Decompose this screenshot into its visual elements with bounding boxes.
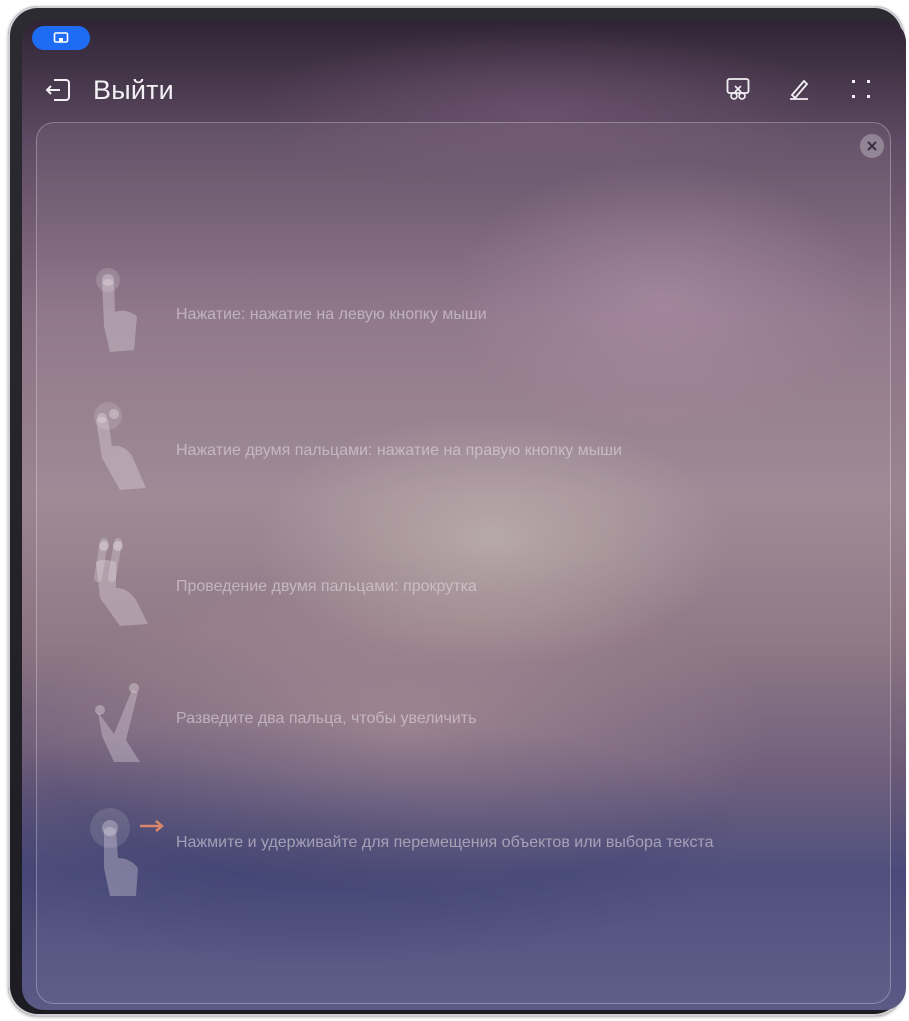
- exit-label[interactable]: Выйти: [93, 70, 174, 110]
- tutorial-item-text: Нажатие двумя пальцами: нажатие на праву…: [176, 442, 622, 459]
- close-icon: [867, 141, 877, 151]
- pointer-mode-button[interactable]: [723, 74, 753, 104]
- two-finger-tap-icon: [94, 402, 146, 490]
- pen-button[interactable]: [784, 74, 814, 104]
- close-tutorial-button[interactable]: [860, 134, 884, 158]
- screen-cast-icon: [53, 32, 69, 43]
- tutorial-item-text: Нажмите и удерживайте для перемещения об…: [176, 834, 714, 851]
- tutorial-item-text: Нажатие: нажатие на левую кнопку мыши: [176, 306, 487, 323]
- press-hold-drag-icon: [90, 808, 164, 896]
- tap-gesture-icon: [96, 268, 137, 352]
- fullscreen-button[interactable]: [846, 74, 876, 104]
- two-finger-swipe-icon: [94, 538, 148, 626]
- tutorial-item-text: Разведите два пальца, чтобы увеличить: [176, 710, 477, 727]
- exit-icon[interactable]: [44, 77, 72, 103]
- pointer-mode-icon: [726, 78, 750, 100]
- tutorial-item-text: Проведение двумя пальцами: прокрутка: [176, 578, 477, 595]
- pen-icon: [790, 79, 809, 100]
- fullscreen-icon: [852, 80, 870, 98]
- pinch-zoom-icon: [95, 683, 140, 762]
- mode-indicator-pill[interactable]: [32, 26, 90, 50]
